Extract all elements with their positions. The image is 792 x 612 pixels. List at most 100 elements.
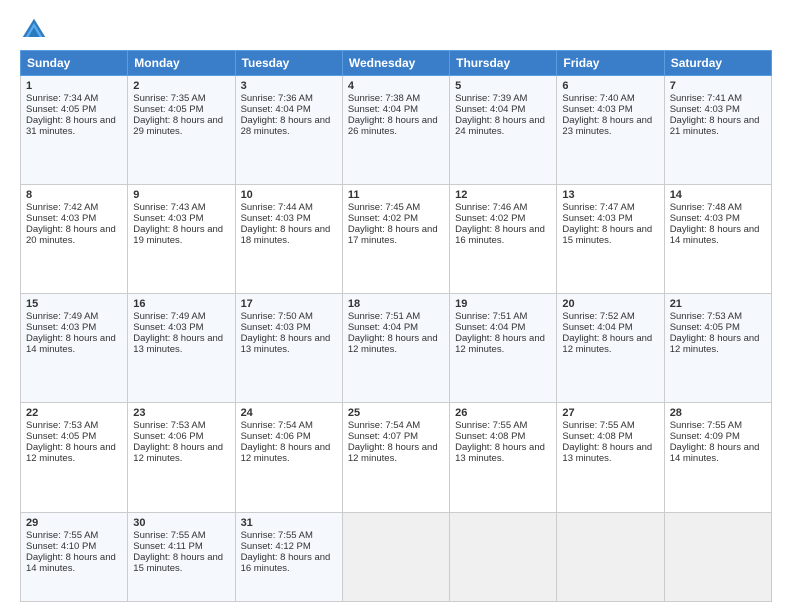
daylight-label: Daylight: 8 hours and 16 minutes.: [241, 552, 331, 574]
daylight-label: Daylight: 8 hours and 21 minutes.: [670, 115, 760, 137]
calendar-cell: 8Sunrise: 7:42 AMSunset: 4:03 PMDaylight…: [21, 185, 128, 294]
calendar-cell: 21Sunrise: 7:53 AMSunset: 4:05 PMDayligh…: [664, 294, 771, 403]
calendar-cell: 19Sunrise: 7:51 AMSunset: 4:04 PMDayligh…: [450, 294, 557, 403]
day-number: 18: [348, 298, 444, 310]
sunset-label: Sunset: 4:02 PM: [348, 213, 418, 224]
sunset-label: Sunset: 4:04 PM: [562, 322, 632, 333]
calendar-cell: 17Sunrise: 7:50 AMSunset: 4:03 PMDayligh…: [235, 294, 342, 403]
day-number: 10: [241, 189, 337, 201]
day-number: 6: [562, 80, 658, 92]
calendar-cell: 4Sunrise: 7:38 AMSunset: 4:04 PMDaylight…: [342, 76, 449, 185]
calendar-week-3: 15 Sunrise: 7:49 AMSunset: 4:03 PM Dayligh…: [21, 294, 772, 403]
daylight-label: Daylight: 8 hours and 12 minutes.: [133, 442, 223, 464]
day-number: 7: [670, 80, 766, 92]
day-number: 3: [241, 80, 337, 92]
sunrise-label: Sunrise: 7:52 AM: [562, 311, 634, 322]
sunset-label: Sunset: 4:05 PM: [670, 322, 740, 333]
calendar-header-friday: Friday: [557, 51, 664, 76]
sunset-label: Sunset: 4:03 PM: [133, 213, 203, 224]
sunrise-label: Sunrise: 7:49 AM: [133, 311, 205, 322]
sunrise-label: Sunrise: 7:55 AM: [26, 530, 98, 541]
sunrise-label: Sunrise: 7:44 AM: [241, 202, 313, 213]
daylight-label: Daylight: 8 hours and 24 minutes.: [455, 115, 545, 137]
sunrise-label: Sunrise: 7:53 AM: [133, 420, 205, 431]
sunrise-label: Sunrise: 7:51 AM: [455, 311, 527, 322]
sunset-label: Sunset: 4:03 PM: [133, 322, 203, 333]
sunrise-label: Sunrise: 7:55 AM: [670, 420, 742, 431]
day-number: 26: [455, 407, 551, 419]
sunrise-label: Sunrise: 7:54 AM: [348, 420, 420, 431]
daylight-label: Daylight: 8 hours and 12 minutes.: [348, 442, 438, 464]
calendar-header-thursday: Thursday: [450, 51, 557, 76]
sunset-label: Sunset: 4:03 PM: [562, 104, 632, 115]
sunrise-label: Sunrise: 7:42 AM: [26, 202, 98, 213]
day-number: 16: [133, 298, 229, 310]
daylight-label: Daylight: 8 hours and 26 minutes.: [348, 115, 438, 137]
sunset-label: Sunset: 4:03 PM: [670, 104, 740, 115]
calendar-table: SundayMondayTuesdayWednesdayThursdayFrid…: [20, 50, 772, 602]
sunrise-label: Sunrise: 7:53 AM: [26, 420, 98, 431]
sunset-label: Sunset: 4:04 PM: [348, 104, 418, 115]
sunset-label: Sunset: 4:11 PM: [133, 541, 203, 552]
sunrise-label: Sunrise: 7:48 AM: [670, 202, 742, 213]
daylight-label: Daylight: 8 hours and 13 minutes.: [455, 442, 545, 464]
calendar-cell: 16Sunrise: 7:49 AMSunset: 4:03 PMDayligh…: [128, 294, 235, 403]
logo: [20, 16, 52, 44]
calendar-cell: 24Sunrise: 7:54 AMSunset: 4:06 PMDayligh…: [235, 403, 342, 512]
sunrise-label: Sunrise: 7:34 AM: [26, 93, 98, 104]
day-number: 12: [455, 189, 551, 201]
day-number: 29: [26, 517, 122, 529]
daylight-label: Daylight: 8 hours and 19 minutes.: [133, 224, 223, 246]
day-number: 31: [241, 517, 337, 529]
calendar-cell: 14Sunrise: 7:48 AMSunset: 4:03 PMDayligh…: [664, 185, 771, 294]
sunrise-label: Sunrise: 7:50 AM: [241, 311, 313, 322]
calendar-week-1: 1Sunrise: 7:34 AMSunset: 4:05 PMDaylight…: [21, 76, 772, 185]
sunset-label: Sunset: 4:06 PM: [241, 431, 311, 442]
logo-icon: [20, 16, 48, 44]
daylight-label: Daylight: 8 hours and 20 minutes.: [26, 224, 116, 246]
sunset-label: Sunset: 4:04 PM: [455, 104, 525, 115]
calendar-cell: 26Sunrise: 7:55 AMSunset: 4:08 PMDayligh…: [450, 403, 557, 512]
day-number: 20: [562, 298, 658, 310]
daylight-label: Daylight: 8 hours and 29 minutes.: [133, 115, 223, 137]
sunrise-label: Sunrise: 7:40 AM: [562, 93, 634, 104]
sunrise-label: Sunrise: 7:55 AM: [241, 530, 313, 541]
calendar-cell: 11Sunrise: 7:45 AMSunset: 4:02 PMDayligh…: [342, 185, 449, 294]
calendar-cell: 20Sunrise: 7:52 AMSunset: 4:04 PMDayligh…: [557, 294, 664, 403]
calendar-cell: 12Sunrise: 7:46 AMSunset: 4:02 PMDayligh…: [450, 185, 557, 294]
sunrise-label: Sunrise: 7:41 AM: [670, 93, 742, 104]
sunrise-label: Sunrise: 7:55 AM: [562, 420, 634, 431]
day-number: 21: [670, 298, 766, 310]
sunrise-label: Sunrise: 7:36 AM: [241, 93, 313, 104]
calendar-cell: 2Sunrise: 7:35 AMSunset: 4:05 PMDaylight…: [128, 76, 235, 185]
sunset-label: Sunset: 4:06 PM: [133, 431, 203, 442]
calendar-header-tuesday: Tuesday: [235, 51, 342, 76]
calendar-header-row: SundayMondayTuesdayWednesdayThursdayFrid…: [21, 51, 772, 76]
daylight-label: Daylight: 8 hours and 15 minutes.: [133, 552, 223, 574]
daylight-label: Daylight: 8 hours and 28 minutes.: [241, 115, 331, 137]
calendar-cell: 5Sunrise: 7:39 AMSunset: 4:04 PMDaylight…: [450, 76, 557, 185]
sunrise-label: Sunrise: 7:39 AM: [455, 93, 527, 104]
page: SundayMondayTuesdayWednesdayThursdayFrid…: [0, 0, 792, 612]
sunrise-label: Sunrise: 7:46 AM: [455, 202, 527, 213]
day-number: 23: [133, 407, 229, 419]
sunset-label: Sunset: 4:05 PM: [133, 104, 203, 115]
day-number: 30: [133, 517, 229, 529]
daylight-label: Daylight: 8 hours and 12 minutes.: [455, 333, 545, 355]
sunset-label: Sunset: 4:03 PM: [562, 213, 632, 224]
day-number: 19: [455, 298, 551, 310]
calendar-header-saturday: Saturday: [664, 51, 771, 76]
calendar-cell: 22Sunrise: 7:53 AMSunset: 4:05 PMDayligh…: [21, 403, 128, 512]
calendar-cell: [557, 512, 664, 601]
day-number: 15: [26, 298, 122, 310]
calendar-cell: 23Sunrise: 7:53 AMSunset: 4:06 PMDayligh…: [128, 403, 235, 512]
sunset-label: Sunset: 4:03 PM: [241, 213, 311, 224]
calendar-cell: 30Sunrise: 7:55 AMSunset: 4:11 PMDayligh…: [128, 512, 235, 601]
sunset-label: Sunset: 4:08 PM: [562, 431, 632, 442]
daylight-label: Daylight: 8 hours and 17 minutes.: [348, 224, 438, 246]
daylight-label: Daylight: 8 hours and 14 minutes.: [26, 333, 116, 355]
calendar-cell: 13Sunrise: 7:47 AMSunset: 4:03 PMDayligh…: [557, 185, 664, 294]
calendar-cell: 25Sunrise: 7:54 AMSunset: 4:07 PMDayligh…: [342, 403, 449, 512]
sunrise-label: Sunrise: 7:45 AM: [348, 202, 420, 213]
sunrise-label: Sunrise: 7:43 AM: [133, 202, 205, 213]
